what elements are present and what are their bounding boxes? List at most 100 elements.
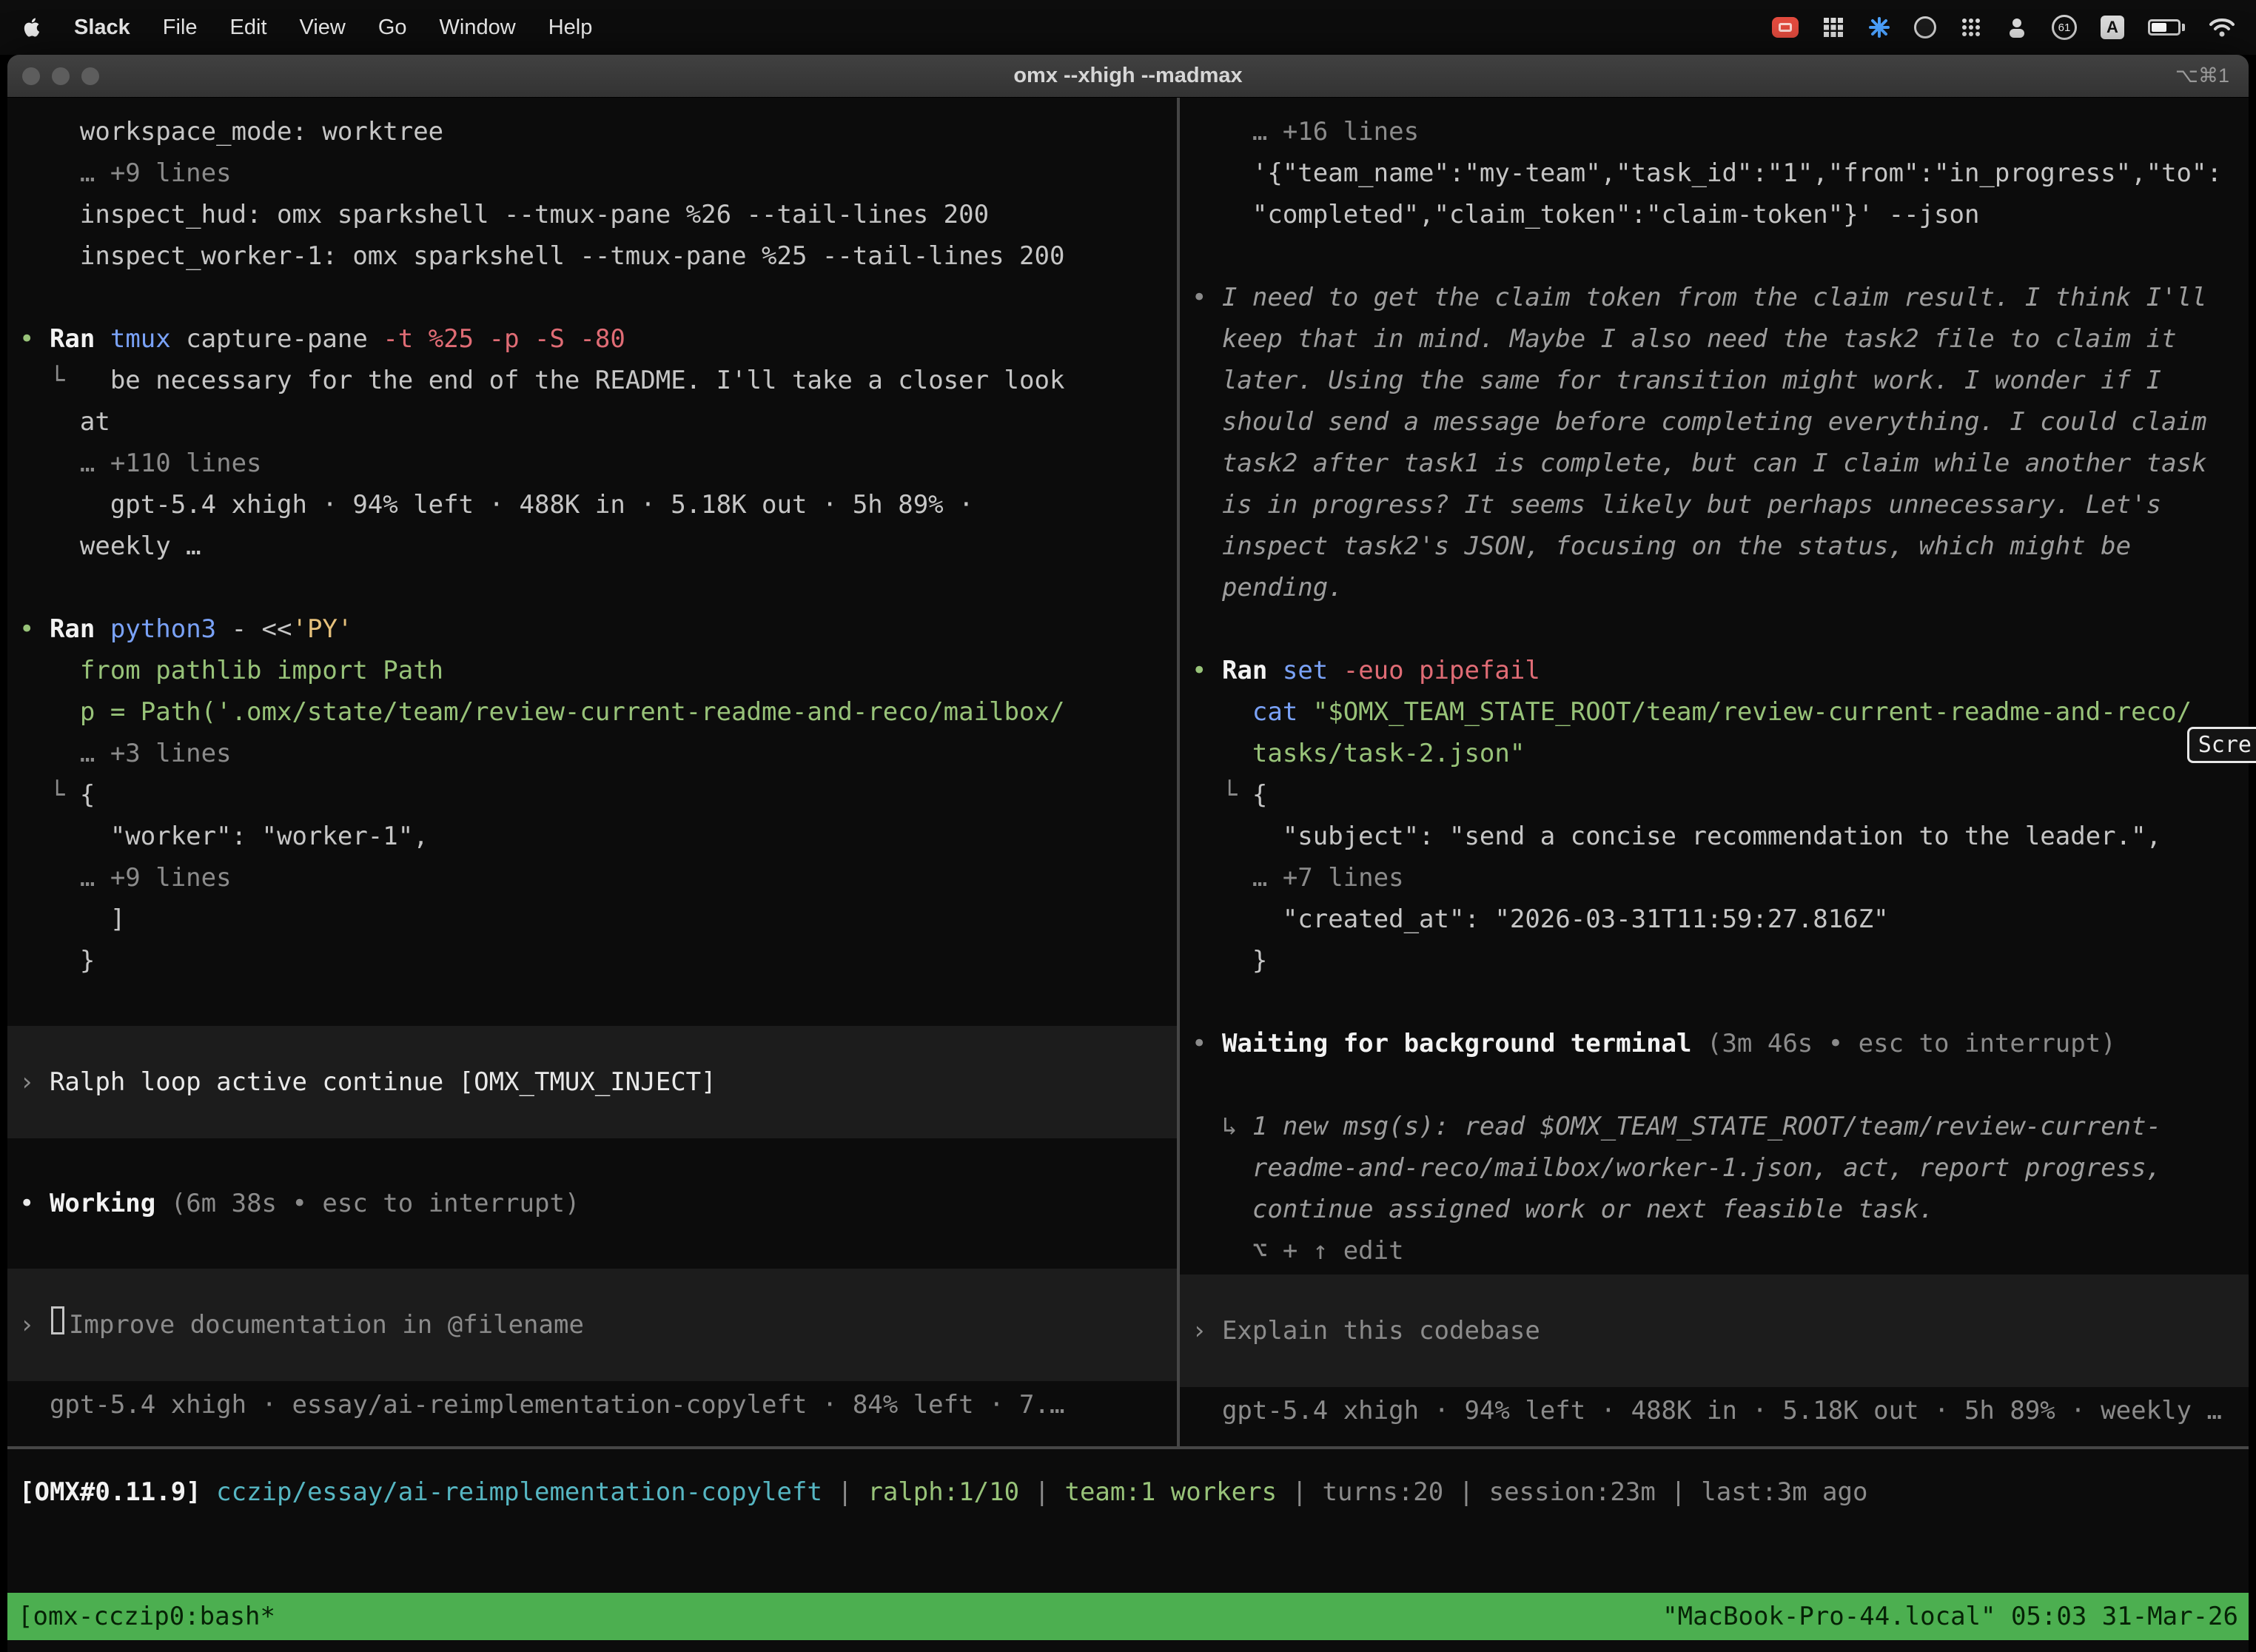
terminal-text: gpt-5.4 xhigh · 94% left · 488K in · 5.1… xyxy=(19,490,974,520)
screen-recording-icon[interactable] xyxy=(1772,17,1799,38)
battery-icon[interactable] xyxy=(2148,19,2185,36)
terminal-text xyxy=(201,1477,216,1507)
terminal-text: session:23m xyxy=(1489,1477,1656,1507)
terminal-line xyxy=(1180,981,2249,1023)
menu-items: File Edit View Go Window Help xyxy=(163,16,593,40)
zoom-button[interactable] xyxy=(81,67,99,85)
terminal-text: ↳ xyxy=(1192,1112,1252,1141)
terminal-line: gpt-5.4 xhigh · 94% left · 488K in · 5.1… xyxy=(1180,1390,2249,1431)
terminal-line: "completed","claim_token":"claim-token"}… xyxy=(1180,194,2249,235)
grid-icon[interactable] xyxy=(1822,16,1844,38)
active-app-name[interactable]: Slack xyxy=(74,16,130,40)
window-title-bar[interactable]: omx --xhigh --madmax ⌥⌘1 xyxy=(7,55,2249,98)
terminal-line xyxy=(7,1141,1177,1183)
terminal-text: -euo pipefail xyxy=(1328,656,1540,685)
left-terminal-pane[interactable]: workspace_mode: worktree … +9 lines insp… xyxy=(7,98,1177,1446)
traffic-lights xyxy=(22,67,99,85)
terminal-text: 'PY' xyxy=(292,614,353,644)
terminal-text: { xyxy=(80,780,95,810)
terminal-text: 1 new msg(s): read $OMX_TEAM_STATE_ROOT/… xyxy=(1252,1112,2161,1141)
menu-edit[interactable]: Edit xyxy=(230,16,267,40)
blue-asterisk-icon[interactable] xyxy=(1868,16,1890,38)
input-source-label: A xyxy=(2106,18,2118,37)
terminal-line: └ be necessary for the end of the README… xyxy=(7,360,1177,401)
terminal-text: • xyxy=(19,324,50,354)
profile-icon[interactable] xyxy=(2006,16,2028,38)
terminal-text: (3m 46s • esc to interrupt) xyxy=(1692,1029,2116,1058)
terminal-line: inspect task2's JSON, focusing on the st… xyxy=(1180,526,2249,567)
terminal-line: workspace_mode: worktree xyxy=(7,111,1177,152)
pane-divider-horizontal[interactable] xyxy=(7,1446,2249,1449)
tmux-status-bar: [omx-cczip0:bash* "MacBook-Pro-44.local"… xyxy=(7,1593,2249,1640)
screenshot-notification[interactable]: Scre xyxy=(2187,727,2256,763)
terminal-line: tasks/task-2.json" xyxy=(1180,733,2249,774)
terminal-text: Improve documentation in @filename xyxy=(69,1310,584,1340)
terminal-line: at xyxy=(7,401,1177,443)
terminal-window: omx --xhigh --madmax ⌥⌘1 workspace_mode:… xyxy=(7,55,2249,1652)
terminal-line: } xyxy=(1180,940,2249,981)
ralph-loop-banner[interactable]: › Ralph loop active continue [OMX_TMUX_I… xyxy=(7,1026,1177,1138)
dots-grid-icon[interactable] xyxy=(1960,16,1982,38)
terminal-line: … +3 lines xyxy=(7,733,1177,774)
terminal-text: weekly … xyxy=(19,531,201,561)
omx-status-line: [OMX#0.11.9] cczip/essay/ai-reimplementa… xyxy=(7,1471,2249,1513)
terminal-text: team:1 workers xyxy=(1064,1477,1277,1507)
terminal-text: I need to get the claim token from the c… xyxy=(1222,283,2207,312)
menu-window[interactable]: Window xyxy=(440,16,516,40)
apple-menu[interactable] xyxy=(21,15,46,40)
terminal-text: • xyxy=(1192,656,1222,685)
terminal-text: "completed","claim_token":"claim-token"}… xyxy=(1192,200,1979,229)
terminal-text: ralph:1/10 xyxy=(867,1477,1019,1507)
input-source-icon[interactable]: A xyxy=(2101,16,2124,39)
menu-file[interactable]: File xyxy=(163,16,198,40)
terminal-text: "worker": "worker-1", xyxy=(19,822,429,851)
menu-go[interactable]: Go xyxy=(378,16,407,40)
minimize-button[interactable] xyxy=(52,67,70,85)
terminal-text: capture-pane xyxy=(171,324,383,354)
terminal-line xyxy=(1180,1064,2249,1106)
terminal-line: … +110 lines xyxy=(7,443,1177,484)
suggested-prompt[interactable]: › Explain this codebase xyxy=(1180,1275,2249,1387)
omx-hud-pane: [OMX#0.11.9] cczip/essay/ai-reimplementa… xyxy=(7,1471,2249,1513)
terminal-text: … +9 lines xyxy=(19,158,232,188)
terminal-text: inspect_hud: omx sparkshell --tmux-pane … xyxy=(19,200,989,229)
gauge-61-icon[interactable]: 61 xyxy=(2052,15,2077,40)
terminal-line: pending. xyxy=(1180,567,2249,608)
right-terminal-pane[interactable]: … +16 lines '{"team_name":"my-team","tas… xyxy=(1180,98,2249,1446)
terminal-text: … +16 lines xyxy=(1192,117,1419,147)
terminal-text: Ran xyxy=(50,614,110,644)
text-cursor xyxy=(51,1306,64,1334)
wifi-icon[interactable] xyxy=(2209,17,2235,38)
terminal-line: … +7 lines xyxy=(1180,857,2249,899)
terminal-text: "$OMX_TEAM_STATE_ROOT/team/review-curren… xyxy=(1313,697,2192,727)
terminal-text: • xyxy=(19,1189,50,1218)
terminal-line: ] xyxy=(7,899,1177,940)
terminal-line: … +16 lines xyxy=(1180,111,2249,152)
terminal-text: keep that in mind. Maybe I also need the… xyxy=(1192,324,2177,354)
terminal-text: python3 xyxy=(110,614,216,644)
terminal-content: workspace_mode: worktree … +9 lines insp… xyxy=(7,98,2249,1652)
screen-recording-glyph xyxy=(1779,23,1792,32)
close-button[interactable] xyxy=(22,67,40,85)
menu-help[interactable]: Help xyxy=(548,16,593,40)
terminal-line: inspect_worker-1: omx sparkshell --tmux-… xyxy=(7,235,1177,277)
terminal-line: task2 after task1 is complete, but can I… xyxy=(1180,443,2249,484)
terminal-line: "created_at": "2026-03-31T11:59:27.816Z" xyxy=(1180,899,2249,940)
terminal-text: '{"team_name":"my-team","task_id":"1","f… xyxy=(1192,158,2222,188)
terminal-line: "worker": "worker-1", xyxy=(7,816,1177,857)
terminal-text: later. Using the same for transition mig… xyxy=(1192,366,2161,395)
terminal-text: | xyxy=(822,1477,867,1507)
window-shortcut-badge: ⌥⌘1 xyxy=(2175,64,2229,87)
terminal-text: } xyxy=(1192,946,1267,976)
terminal-text: └ xyxy=(19,780,80,810)
terminal-line: readme-and-reco/mailbox/worker-1.json, a… xyxy=(1180,1147,2249,1189)
gauge-label: 61 xyxy=(2058,21,2071,34)
menu-view[interactable]: View xyxy=(300,16,346,40)
battery-fill xyxy=(2152,23,2166,32)
terminal-line: from pathlib import Path xyxy=(7,650,1177,691)
terminal-line: … +9 lines xyxy=(7,857,1177,899)
terminal-line: • Ran tmux capture-pane -t %25 -p -S -80 xyxy=(7,318,1177,360)
composer-input[interactable]: › Improve documentation in @filename xyxy=(7,1269,1177,1381)
menubar-status-icons: 61 A xyxy=(1772,15,2235,40)
circle-app-icon[interactable] xyxy=(1914,16,1936,38)
